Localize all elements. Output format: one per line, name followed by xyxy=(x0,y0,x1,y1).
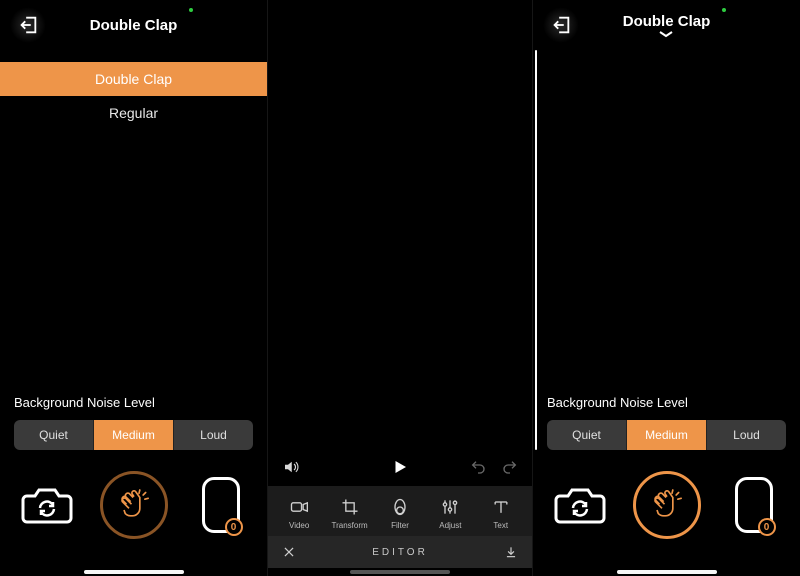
bottom-bar: 0 xyxy=(533,458,800,568)
capture-button[interactable] xyxy=(633,471,701,539)
noise-section: Background Noise Level Quiet Medium Loud xyxy=(0,395,267,450)
back-button[interactable] xyxy=(10,7,46,43)
undo-icon xyxy=(470,459,486,475)
clap-icon xyxy=(647,485,687,525)
gallery-frame-icon: 0 xyxy=(735,477,773,533)
playback-controls xyxy=(268,450,532,484)
tool-filter-label: Filter xyxy=(391,521,409,530)
gallery-frame-icon: 0 xyxy=(202,477,240,533)
redo-button[interactable] xyxy=(502,459,518,475)
gallery-count-badge: 0 xyxy=(758,518,776,536)
noise-label: Background Noise Level xyxy=(14,395,253,410)
tool-transform-label: Transform xyxy=(332,521,368,530)
noise-quiet[interactable]: Quiet xyxy=(547,420,627,450)
tool-adjust-label: Adjust xyxy=(439,521,461,530)
tool-row: Video Transform Filter Adjust Text xyxy=(268,486,532,536)
screen3-header: Double Clap xyxy=(533,0,800,50)
tool-text-label: Text xyxy=(493,521,508,530)
capture-button[interactable] xyxy=(100,471,168,539)
editor-label: EDITOR xyxy=(372,547,428,558)
bottom-bar: 0 xyxy=(0,458,267,568)
switch-camera-icon xyxy=(554,484,606,526)
noise-loud[interactable]: Loud xyxy=(174,420,253,450)
undo-button[interactable] xyxy=(470,459,486,475)
gallery-button[interactable]: 0 xyxy=(193,482,249,528)
noise-medium[interactable]: Medium xyxy=(627,420,707,450)
filter-icon xyxy=(390,497,410,517)
screen3-title: Double Clap xyxy=(623,13,711,30)
exit-icon xyxy=(550,14,572,36)
sound-button[interactable] xyxy=(282,458,300,476)
export-button[interactable] xyxy=(504,545,518,559)
play-button[interactable] xyxy=(391,458,409,476)
gallery-count-badge: 0 xyxy=(225,518,243,536)
noise-loud[interactable]: Loud xyxy=(707,420,786,450)
home-indicator[interactable] xyxy=(617,570,717,574)
transform-icon xyxy=(340,497,360,517)
back-button[interactable] xyxy=(543,7,579,43)
home-indicator[interactable] xyxy=(350,570,450,574)
video-icon xyxy=(289,497,309,517)
close-editor-button[interactable] xyxy=(282,545,296,559)
option-double-clap[interactable]: Double Clap xyxy=(0,62,267,96)
noise-segmented-control: Quiet Medium Loud xyxy=(14,420,253,450)
screen1-title: Double Clap xyxy=(90,17,178,34)
editor-preview xyxy=(268,0,532,460)
editor-bottom-row: EDITOR xyxy=(268,536,532,568)
speaker-icon xyxy=(282,458,300,476)
tool-video-label: Video xyxy=(289,521,309,530)
viewfinder-border xyxy=(535,50,537,450)
chevron-down-icon[interactable] xyxy=(657,30,675,38)
option-regular[interactable]: Regular xyxy=(0,96,267,130)
trigger-options-list: Double Clap Regular xyxy=(0,62,267,130)
tool-transform[interactable]: Transform xyxy=(328,497,372,530)
screen1-header: Double Clap xyxy=(0,0,267,50)
close-icon xyxy=(282,545,296,559)
noise-segmented-control: Quiet Medium Loud xyxy=(547,420,786,450)
tool-text[interactable]: Text xyxy=(479,497,523,530)
play-icon xyxy=(391,458,409,476)
switch-camera-button[interactable] xyxy=(19,482,75,528)
noise-label: Background Noise Level xyxy=(547,395,786,410)
tool-filter[interactable]: Filter xyxy=(378,497,422,530)
tool-video[interactable]: Video xyxy=(277,497,321,530)
switch-camera-icon xyxy=(21,484,73,526)
download-icon xyxy=(504,545,518,559)
gallery-button[interactable]: 0 xyxy=(726,482,782,528)
tool-adjust[interactable]: Adjust xyxy=(428,497,472,530)
switch-camera-button[interactable] xyxy=(552,482,608,528)
home-indicator[interactable] xyxy=(84,570,184,574)
clap-icon xyxy=(114,485,154,525)
noise-medium[interactable]: Medium xyxy=(94,420,174,450)
redo-icon xyxy=(502,459,518,475)
exit-icon xyxy=(17,14,39,36)
noise-quiet[interactable]: Quiet xyxy=(14,420,94,450)
adjust-icon xyxy=(440,497,460,517)
text-icon xyxy=(491,497,511,517)
noise-section: Background Noise Level Quiet Medium Loud xyxy=(533,395,800,450)
